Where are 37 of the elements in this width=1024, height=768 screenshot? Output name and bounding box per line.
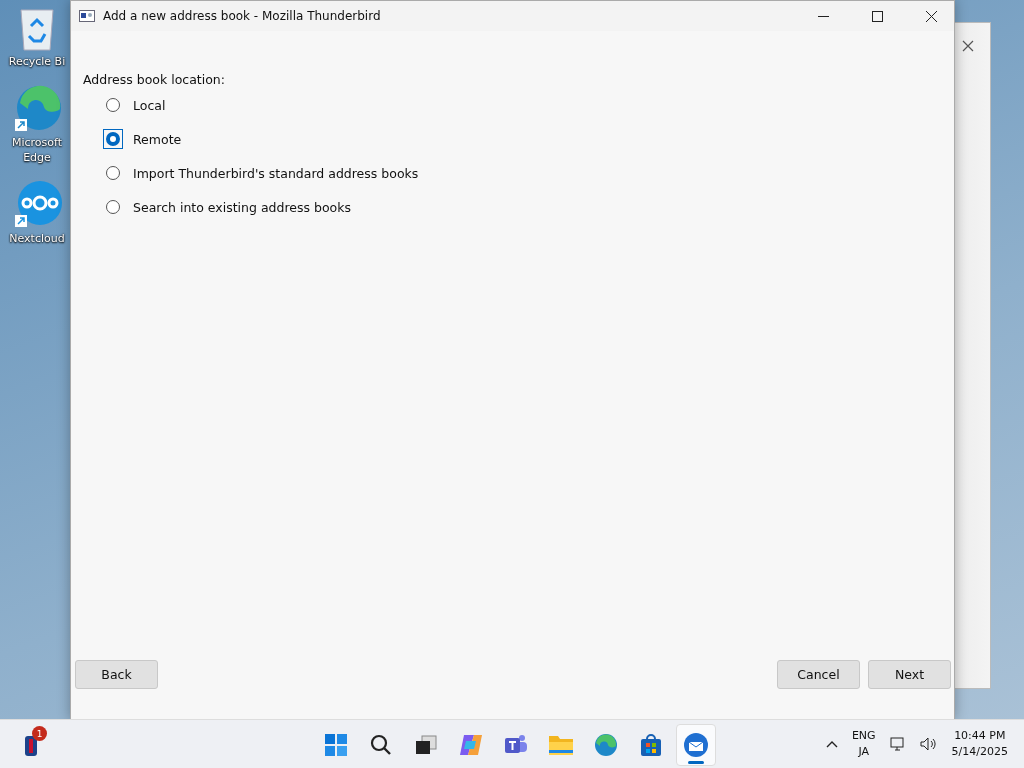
notification-badge: 1: [32, 726, 47, 741]
maximize-icon[interactable]: [871, 10, 883, 22]
cloud-circles-icon[interactable]: [12, 179, 62, 229]
clock-date[interactable]: 5/14/2025: [951, 744, 1008, 760]
store-bag-icon: [639, 733, 663, 757]
input-mode-indicator[interactable]: JA: [858, 744, 870, 760]
chevron-up-icon[interactable]: [825, 740, 838, 748]
network-icon[interactable]: [889, 736, 906, 752]
radio-label[interactable]: Search into existing address books: [133, 199, 351, 215]
radio-label[interactable]: Local: [133, 97, 166, 113]
language-indicator[interactable]: ENG: [851, 728, 876, 744]
next-button[interactable]: Next: [868, 660, 951, 689]
window-title: Add a new address book - Mozilla Thunderbird: [103, 9, 382, 23]
back-button[interactable]: Back: [75, 660, 158, 689]
copilot-icon: [458, 733, 484, 757]
desktop-icon-label: Recycle Bi: [8, 54, 66, 69]
radio-button[interactable]: [103, 129, 123, 149]
clock-time[interactable]: 10:44 PM: [954, 728, 1006, 744]
cancel-button[interactable]: Cancel: [777, 660, 860, 689]
bird-envelope-icon: [683, 732, 709, 758]
task-view-icon: [414, 733, 438, 757]
desktop-icon-label: Microsoft Edge: [10, 135, 64, 165]
section-label: Address book location:: [83, 72, 226, 87]
radio-label[interactable]: Import Thunderbird's standard address books: [133, 165, 419, 181]
close-icon[interactable]: [925, 10, 937, 22]
recycle-bin-icon[interactable]: [17, 6, 57, 52]
radio-label[interactable]: Remote: [133, 131, 182, 147]
folder-icon: [548, 733, 574, 757]
close-icon[interactable]: [962, 40, 974, 52]
edge-icon: [594, 733, 618, 757]
address-book-icon: [79, 10, 95, 22]
speaker-icon[interactable]: [919, 736, 938, 752]
windows-logo-icon: [324, 733, 348, 757]
edge-icon[interactable]: [12, 83, 62, 133]
search-icon: [369, 733, 393, 757]
widget-icon[interactable]: [24, 734, 38, 758]
desktop-icon-label: Nextcloud: [9, 231, 65, 246]
